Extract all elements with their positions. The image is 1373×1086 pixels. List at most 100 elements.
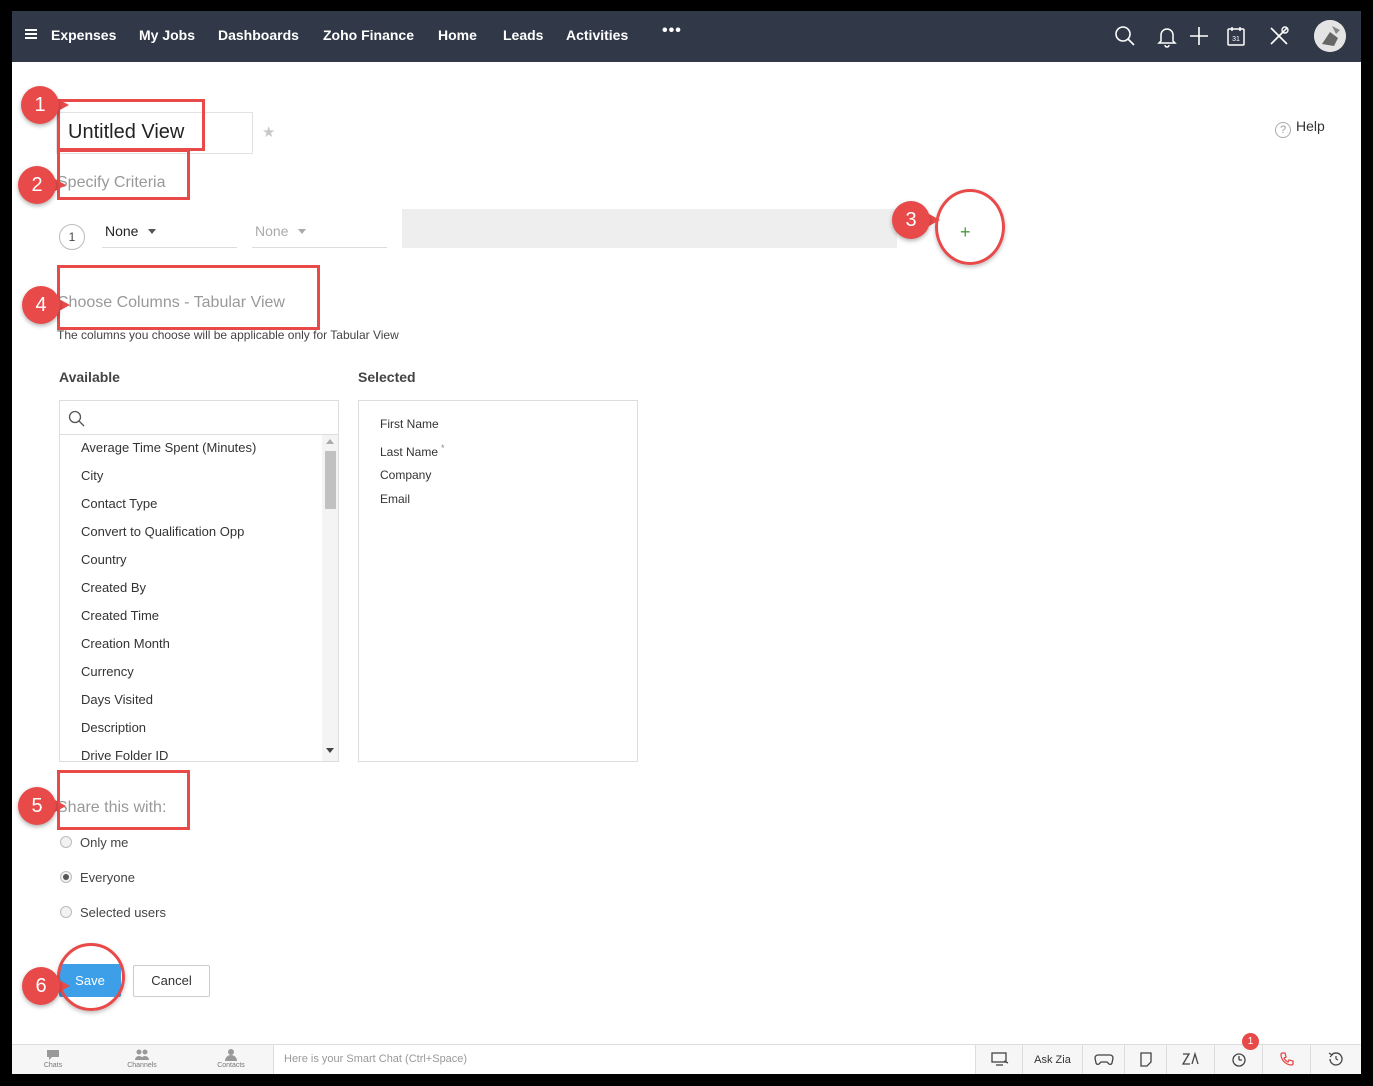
nav-more-icon[interactable]: ••• — [662, 22, 682, 40]
criteria-operator-select[interactable]: None — [252, 216, 387, 248]
bell-icon[interactable] — [1155, 24, 1179, 48]
required-mark: * — [441, 443, 445, 453]
smart-chat-input[interactable]: Here is your Smart Chat (Ctrl+Space) — [273, 1045, 976, 1074]
phone-button[interactable] — [1263, 1045, 1311, 1074]
share-only-me-radio[interactable]: Only me — [60, 835, 128, 850]
nav-my-jobs[interactable]: My Jobs — [139, 27, 195, 43]
list-item-label: Last Name — [380, 445, 439, 459]
ask-zia-button[interactable]: Ask Zia — [1023, 1045, 1083, 1074]
menu-icon[interactable] — [25, 29, 37, 39]
criteria-operator-value: None — [255, 223, 289, 239]
list-item[interactable]: Company — [380, 468, 431, 482]
channels-label: Channels — [127, 1062, 157, 1069]
history-button[interactable] — [1311, 1045, 1361, 1074]
alarm-clock-icon — [1231, 1053, 1246, 1067]
criteria-row-number: 1 — [59, 224, 85, 250]
translate-icon — [1181, 1051, 1199, 1065]
list-item[interactable]: Drive Folder ID — [60, 743, 322, 761]
radio-label: Only me — [80, 835, 129, 850]
marker-number: 2 — [18, 166, 56, 204]
chats-tab[interactable]: Chats — [28, 1048, 78, 1069]
list-item[interactable]: Last Name * — [380, 443, 445, 459]
annotation-marker-4: 4 — [22, 286, 70, 330]
setup-tools-icon[interactable] — [1267, 24, 1291, 48]
highlight-box-view-name — [57, 99, 205, 151]
nav-zoho-finance[interactable]: Zoho Finance — [323, 27, 414, 43]
selected-label: Selected — [358, 369, 416, 385]
chats-label: Chats — [43, 1062, 63, 1069]
scroll-up-icon[interactable] — [326, 439, 334, 444]
gamepad-icon — [1093, 1054, 1114, 1065]
list-item[interactable]: Days Visited — [60, 687, 322, 715]
games-button[interactable] — [1083, 1045, 1125, 1074]
avatar[interactable] — [1314, 20, 1346, 52]
available-items: Average Time Spent (Minutes) City Contac… — [60, 435, 322, 761]
nav-dashboards[interactable]: Dashboards — [218, 27, 299, 43]
search-icon[interactable] — [1113, 24, 1137, 48]
annotation-marker-5: 5 — [18, 787, 66, 831]
screen-share-button[interactable] — [977, 1045, 1023, 1074]
list-item[interactable]: Average Time Spent (Minutes) — [60, 435, 322, 463]
monitor-icon — [990, 1052, 1008, 1066]
available-columns-list: Average Time Spent (Minutes) City Contac… — [59, 400, 339, 762]
criteria-value-input[interactable] — [402, 209, 897, 248]
bottom-bar: Chats Channels Contacts Here is your Sma… — [12, 1044, 1361, 1074]
contacts-icon — [225, 1049, 237, 1061]
highlight-box-share — [57, 770, 190, 830]
share-everyone-radio[interactable]: Everyone — [60, 870, 135, 885]
available-scrollbar[interactable] — [322, 435, 338, 761]
nav-expenses[interactable]: Expenses — [51, 27, 116, 43]
list-item[interactable]: Description — [60, 715, 322, 743]
reminders-button[interactable] — [1215, 1045, 1263, 1074]
list-item[interactable]: Email — [380, 492, 410, 506]
marker-number: 1 — [21, 86, 59, 124]
radio-checked-icon — [60, 871, 72, 883]
available-label: Available — [59, 369, 120, 385]
chevron-down-icon — [148, 229, 157, 234]
help-label: Help — [1296, 118, 1325, 134]
marker-number: 3 — [892, 201, 930, 239]
notes-button[interactable] — [1125, 1045, 1167, 1074]
contacts-tab[interactable]: Contacts — [206, 1048, 256, 1069]
plus-icon[interactable] — [1187, 24, 1211, 48]
marker-number: 6 — [22, 967, 60, 1005]
search-icon — [68, 410, 85, 427]
annotation-marker-2: 2 — [18, 166, 66, 210]
scroll-thumb[interactable] — [325, 451, 336, 509]
criteria-field-select[interactable]: None — [102, 216, 237, 248]
list-item[interactable]: First Name — [380, 417, 439, 431]
radio-label: Everyone — [80, 870, 135, 885]
list-item[interactable]: Currency — [60, 659, 322, 687]
channels-tab[interactable]: Channels — [117, 1048, 167, 1069]
star-icon[interactable]: ★ — [262, 123, 275, 141]
nav-activities[interactable]: Activities — [566, 27, 628, 43]
highlight-box-columns — [57, 265, 320, 330]
list-item[interactable]: Created By — [60, 575, 322, 603]
list-item[interactable]: Creation Month — [60, 631, 322, 659]
chevron-down-icon — [298, 229, 307, 234]
share-selected-users-radio[interactable]: Selected users — [60, 905, 166, 920]
help-link[interactable]: ? Help — [1275, 118, 1325, 138]
columns-subtitle: The columns you choose will be applicabl… — [57, 328, 399, 342]
available-search-input[interactable] — [90, 407, 330, 429]
annotation-marker-3: 3 — [892, 201, 940, 245]
list-item[interactable]: Convert to Qualification Opp — [60, 519, 322, 547]
cancel-button[interactable]: Cancel — [133, 965, 210, 997]
calendar-icon[interactable]: 31 — [1224, 24, 1248, 48]
calendar-day: 31 — [1232, 36, 1240, 43]
phone-icon — [1279, 1052, 1294, 1066]
sticky-note-icon — [1139, 1052, 1152, 1067]
annotation-marker-1: 1 — [21, 86, 69, 130]
zia-language-button[interactable] — [1167, 1045, 1215, 1074]
list-item[interactable]: City — [60, 463, 322, 491]
notification-badge: 1 — [1242, 1033, 1259, 1050]
top-nav: Expenses My Jobs Dashboards Zoho Finance… — [12, 11, 1361, 62]
list-item[interactable]: Created Time — [60, 603, 322, 631]
radio-icon — [60, 836, 72, 848]
list-item[interactable]: Country — [60, 547, 322, 575]
scroll-down-icon[interactable] — [326, 748, 334, 753]
nav-leads[interactable]: Leads — [503, 27, 543, 43]
list-item[interactable]: Contact Type — [60, 491, 322, 519]
nav-home[interactable]: Home — [438, 27, 477, 43]
available-search[interactable] — [60, 401, 338, 435]
